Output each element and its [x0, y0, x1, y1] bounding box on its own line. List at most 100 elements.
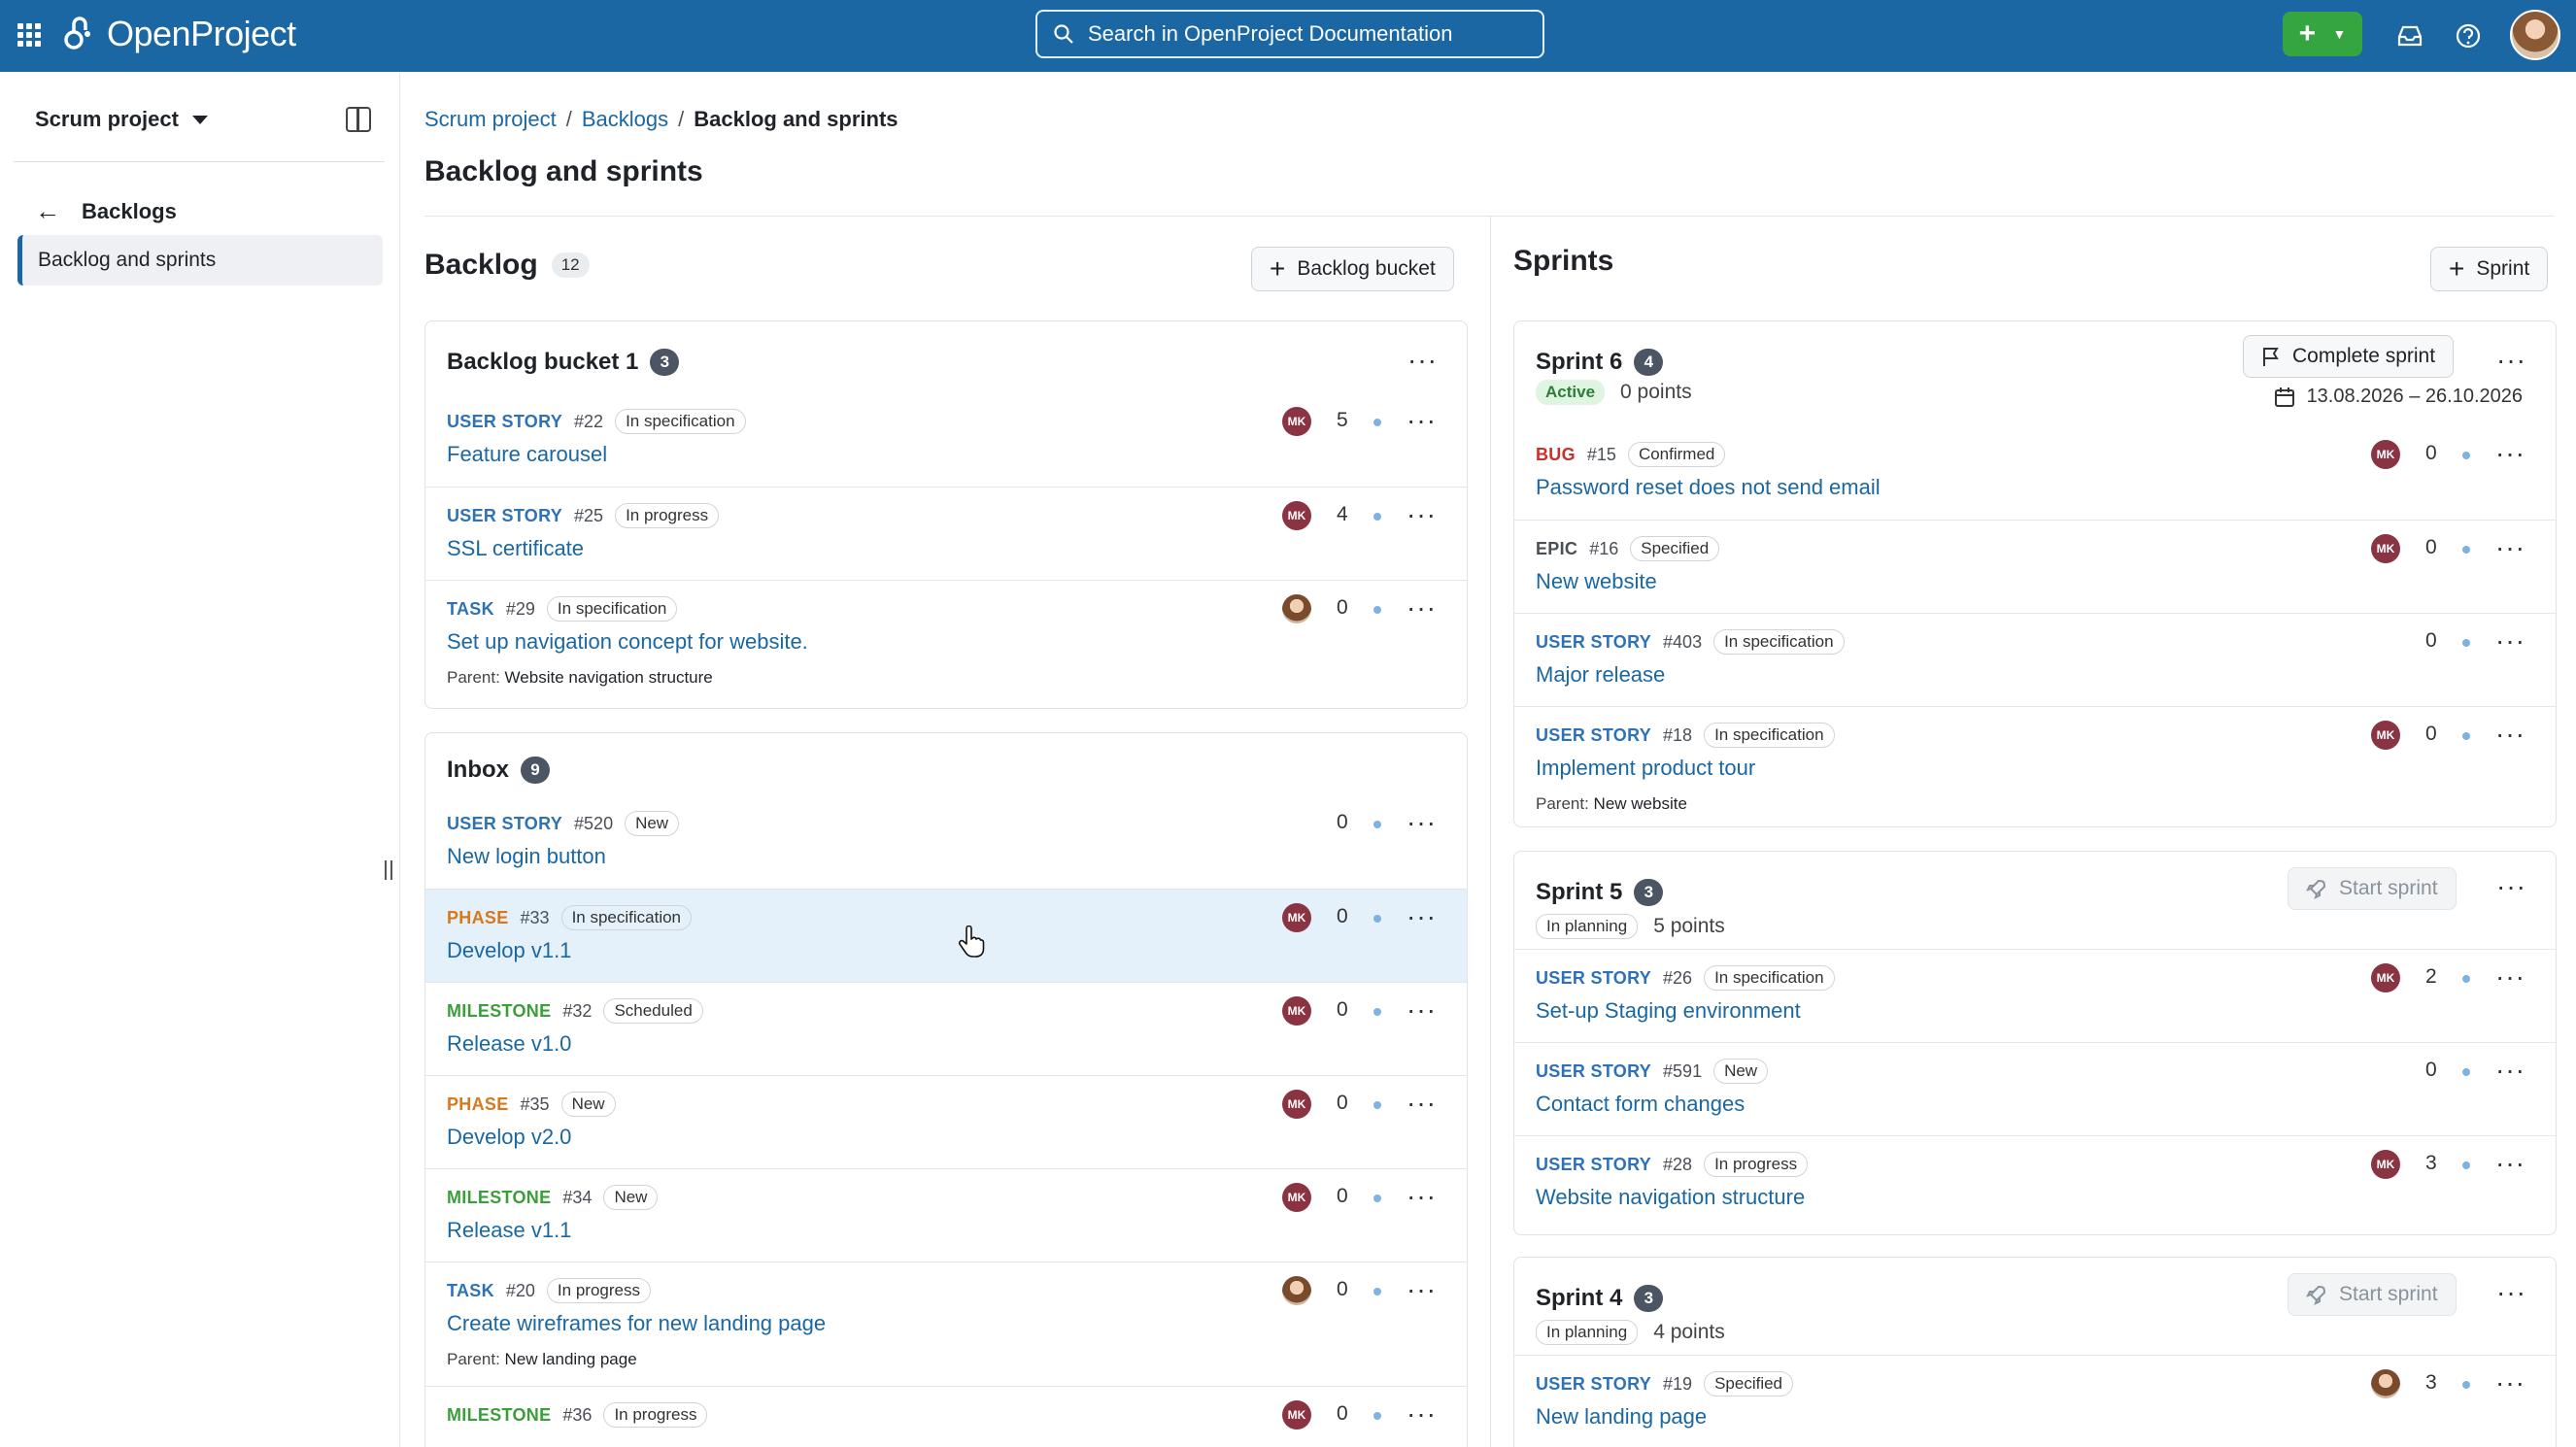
more-icon[interactable]: ···	[1407, 901, 1437, 932]
story-points[interactable]: 5	[1337, 409, 1348, 432]
status-badge[interactable]: New	[603, 1185, 659, 1210]
assignee-avatar[interactable]: MK	[2371, 721, 2400, 750]
item-title[interactable]: Major release	[1536, 662, 1665, 688]
list-item[interactable]: MILESTONE #32 Scheduled Release v1.0 MK …	[425, 982, 1467, 1075]
list-item[interactable]: MILESTONE #34 New Release v1.1 MK 0 ···	[425, 1168, 1467, 1262]
complete-sprint-button[interactable]: Complete sprint	[2243, 335, 2455, 378]
more-icon[interactable]: ···	[2495, 438, 2525, 469]
list-item[interactable]: USER STORY #19 Specified New landing pag…	[1514, 1355, 2556, 1447]
sidebar-item-backlog-and-sprints[interactable]: Backlog and sprints	[17, 235, 383, 286]
status-badge[interactable]: In specification	[1704, 723, 1835, 748]
item-id[interactable]: #19	[1663, 1374, 1692, 1395]
item-title[interactable]: New website	[1536, 569, 1657, 594]
more-icon[interactable]: ···	[1407, 405, 1437, 436]
list-item[interactable]: USER STORY #591 New Contact form changes…	[1514, 1042, 2556, 1135]
resize-handle[interactable]	[385, 860, 392, 880]
status-badge[interactable]: In specification	[546, 596, 678, 622]
more-icon[interactable]: ···	[2496, 1277, 2526, 1308]
story-points[interactable]: 0	[1337, 905, 1348, 928]
list-item[interactable]: BUG #15 Confirmed Password reset does no…	[1514, 426, 2556, 520]
item-title[interactable]: Release v1.0	[447, 1031, 571, 1057]
back-link[interactable]: ← Backlogs	[35, 196, 177, 226]
list-item[interactable]: USER STORY #403 In specification Major r…	[1514, 613, 2556, 706]
item-id[interactable]: #34	[562, 1188, 592, 1208]
add-backlog-bucket-button[interactable]: + Backlog bucket	[1251, 247, 1454, 291]
list-item[interactable]: USER STORY #28 In progress Website navig…	[1514, 1135, 2556, 1228]
status-badge[interactable]: Specified	[1630, 536, 1720, 561]
item-title[interactable]: New landing page	[1536, 1404, 1707, 1430]
list-item[interactable]: USER STORY #26 In specification Set-up S…	[1514, 949, 2556, 1042]
story-points[interactable]: 0	[2425, 723, 2437, 746]
status-badge[interactable]: In progress	[603, 1402, 708, 1428]
item-title[interactable]: Develop v2.0	[447, 1125, 571, 1150]
story-points[interactable]: 0	[2425, 536, 2437, 559]
assignee-avatar[interactable]: MK	[1282, 903, 1311, 932]
assignee-avatar[interactable]: MK	[2371, 440, 2400, 469]
list-item[interactable]: EPIC #16 Specified New website MK 0 ···	[1514, 520, 2556, 613]
assignee-avatar[interactable]	[2371, 1369, 2400, 1398]
status-badge[interactable]: Scheduled	[603, 998, 703, 1024]
status-badge[interactable]: Specified	[1704, 1371, 1794, 1397]
more-icon[interactable]: ···	[1407, 345, 1438, 376]
assignee-avatar[interactable]	[1282, 1276, 1311, 1305]
assignee-avatar[interactable]: MK	[1282, 407, 1311, 436]
story-points[interactable]: 0	[1337, 1185, 1348, 1208]
story-points[interactable]: 0	[2425, 629, 2437, 653]
start-sprint-button[interactable]: Start sprint	[2288, 867, 2457, 910]
item-id[interactable]: #403	[1663, 632, 1702, 653]
story-points[interactable]: 0	[2425, 1059, 2437, 1082]
item-id[interactable]: #20	[506, 1281, 535, 1301]
assignee-avatar[interactable]: MK	[2371, 534, 2400, 563]
status-badge[interactable]: New	[1713, 1059, 1769, 1084]
story-points[interactable]: 3	[2425, 1371, 2437, 1395]
more-icon[interactable]: ···	[2495, 961, 2525, 993]
breadcrumb-backlogs[interactable]: Backlogs	[582, 107, 668, 132]
more-icon[interactable]: ···	[2495, 532, 2525, 563]
list-item[interactable]: USER STORY #22 In specification Feature …	[425, 393, 1467, 487]
item-title[interactable]: Password reset does not send email	[1536, 475, 1881, 500]
story-points[interactable]: 0	[1337, 998, 1348, 1022]
status-badge[interactable]: In progress	[1704, 1152, 1809, 1177]
item-id[interactable]: #520	[574, 814, 613, 834]
more-icon[interactable]: ···	[1407, 499, 1437, 530]
item-id[interactable]: #591	[1663, 1061, 1702, 1082]
status-badge[interactable]: In progress	[615, 503, 720, 528]
status-badge[interactable]: In specification	[1704, 965, 1835, 991]
item-id[interactable]: #22	[574, 412, 603, 432]
item-title[interactable]: New login button	[447, 844, 606, 869]
status-badge[interactable]: Confirmed	[1627, 442, 1726, 467]
list-item[interactable]: USER STORY #25 In progress SSL certifica…	[425, 487, 1467, 580]
item-id[interactable]: #36	[562, 1405, 592, 1426]
item-title[interactable]: Implement product tour	[1536, 756, 1755, 781]
more-icon[interactable]: ···	[1407, 807, 1437, 838]
item-id[interactable]: #35	[521, 1094, 550, 1115]
more-icon[interactable]: ···	[1407, 1088, 1437, 1119]
item-title[interactable]: Set-up Staging environment	[1536, 998, 1801, 1024]
avatar[interactable]	[2510, 10, 2560, 60]
more-icon[interactable]: ···	[2495, 719, 2525, 750]
list-item[interactable]: TASK #20 In progress Create wireframes f…	[425, 1262, 1467, 1386]
parent-link[interactable]: New website	[1594, 794, 1687, 813]
more-icon[interactable]: ···	[1407, 1274, 1437, 1305]
list-item[interactable]: PHASE #33 In specification Develop v1.1 …	[425, 889, 1467, 982]
list-item[interactable]: MILESTONE #36 In progress MK 0 ···	[425, 1386, 1467, 1447]
project-selector[interactable]: Scrum project	[35, 107, 208, 132]
item-title[interactable]: Feature carousel	[447, 442, 607, 467]
item-title[interactable]: Develop v1.1	[447, 938, 571, 963]
status-badge[interactable]: New	[560, 1092, 616, 1117]
parent-link[interactable]: New landing page	[505, 1350, 637, 1368]
add-sprint-button[interactable]: + Sprint	[2430, 247, 2549, 291]
assignee-avatar[interactable]	[1282, 594, 1311, 623]
status-badge[interactable]: In specification	[1713, 629, 1845, 655]
item-title[interactable]: Set up navigation concept for website.	[447, 629, 808, 655]
assignee-avatar[interactable]: MK	[2371, 963, 2400, 993]
breadcrumb-project[interactable]: Scrum project	[424, 107, 557, 132]
list-item[interactable]: USER STORY #18 In specification Implemen…	[1514, 706, 2556, 826]
more-icon[interactable]: ···	[1407, 592, 1437, 623]
assignee-avatar[interactable]: MK	[1282, 1090, 1311, 1119]
more-icon[interactable]: ···	[2496, 871, 2526, 902]
parent-link[interactable]: Website navigation structure	[505, 668, 713, 687]
inbox-icon[interactable]	[2395, 21, 2424, 50]
story-points[interactable]: 4	[1337, 503, 1348, 526]
more-icon[interactable]: ···	[1407, 994, 1437, 1026]
